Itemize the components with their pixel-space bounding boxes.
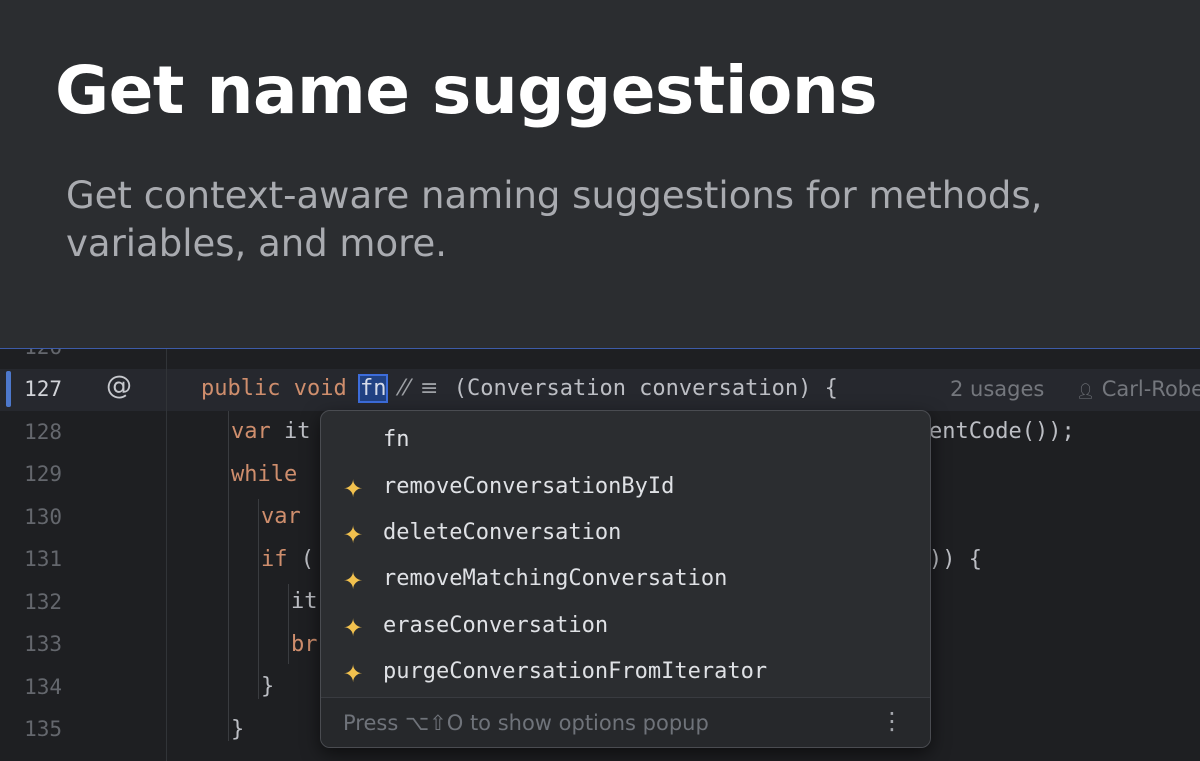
line-number: 133 <box>24 632 62 656</box>
sparkle-icon: ✦ <box>343 660 364 688</box>
suggestion-item[interactable]: ✦ removeConversationById <box>321 466 930 512</box>
indent-guide <box>288 584 289 664</box>
suggestion-item[interactable]: ✦ eraseConversation <box>321 605 930 651</box>
code-line-129[interactable]: while <box>231 462 297 487</box>
suggestion-label: eraseConversation <box>383 613 609 638</box>
suggestion-item[interactable]: ✦ deleteConversation <box>321 512 930 558</box>
line-number: 131 <box>24 547 62 571</box>
code-line-131[interactable]: if ( <box>261 547 314 572</box>
ai-actions-icon[interactable]: ⁄⁄ ≡ <box>400 376 441 401</box>
keyword: var <box>261 504 301 529</box>
code-line-133[interactable]: br <box>291 632 318 657</box>
keyword: br <box>291 632 318 657</box>
suggestion-item[interactable]: ✦ purgeConversationFromIterator <box>321 651 930 697</box>
line-number: 127 <box>24 377 62 401</box>
code-text: ( <box>287 547 314 572</box>
gutter-separator <box>166 349 167 761</box>
popup-footer: Press ⌥⇧O to show options popup ⋮ <box>321 697 930 747</box>
line-number: 135 <box>24 717 62 741</box>
keyword: while <box>231 462 298 487</box>
code-line-132[interactable]: it <box>291 589 318 614</box>
indent-guide <box>258 499 259 699</box>
keyword: public <box>201 376 281 401</box>
code-line-131-tail: )) { <box>929 547 982 572</box>
author-inlay[interactable]: 👤︎ Carl-Robe <box>1076 377 1200 401</box>
code-line-134[interactable]: } <box>261 674 274 699</box>
suggestion-label: purgeConversationFromIterator <box>383 659 768 684</box>
code-text: it <box>284 419 311 444</box>
sparkle-icon: ✦ <box>343 614 364 642</box>
method-name-selection[interactable]: fn <box>358 374 389 403</box>
page-title: Get name suggestions <box>55 52 878 129</box>
suggestion-item[interactable]: ✦ removeMatchingConversation <box>321 558 930 604</box>
code-line-128[interactable]: var it <box>231 419 311 444</box>
code-line-130[interactable]: var <box>261 504 301 529</box>
usages-inlay[interactable]: 2 usages <box>950 377 1044 401</box>
suggestion-label: removeMatchingConversation <box>383 566 728 591</box>
suggestion-label: deleteConversation <box>383 520 622 545</box>
sparkle-icon: ✦ <box>343 521 364 549</box>
line-number-partial: 126 <box>0 349 62 359</box>
method-params: (Conversation conversation) { <box>453 376 838 401</box>
page-subtitle: Get context-aware naming suggestions for… <box>66 174 1043 265</box>
line-number: 130 <box>24 505 62 529</box>
suggestion-label: removeConversationById <box>383 474 675 499</box>
code-line-135[interactable]: } <box>231 717 244 742</box>
suggestion-item[interactable]: fn <box>321 419 930 465</box>
line-number: 134 <box>24 675 62 699</box>
user-icon: 👤︎ <box>1076 382 1096 400</box>
name-suggestions-popup[interactable]: fn ✦ removeConversationById ✦ deleteConv… <box>320 410 931 748</box>
keyword: if <box>261 547 288 572</box>
line-number: 129 <box>24 462 62 486</box>
more-options-icon[interactable]: ⋮ <box>880 707 904 735</box>
suggestion-label: fn <box>383 427 410 452</box>
author-name: Carl-Robe <box>1101 377 1200 401</box>
line-number: 128 <box>24 420 62 444</box>
sparkle-icon: ✦ <box>343 475 364 503</box>
shortcut-hint: Press ⌥⇧O to show options popup <box>343 711 709 735</box>
code-line-127[interactable]: public void fn ⁄⁄ ≡ (Conversation conver… <box>201 374 838 403</box>
override-at-icon[interactable]: @ <box>106 371 132 401</box>
sparkle-icon: ✦ <box>343 567 364 595</box>
keyword: void <box>293 376 347 401</box>
code-line-128-tail: entCode()); <box>929 419 1075 444</box>
keyword: var <box>231 419 271 444</box>
indent-guide <box>228 411 229 741</box>
line-number: 132 <box>24 590 62 614</box>
